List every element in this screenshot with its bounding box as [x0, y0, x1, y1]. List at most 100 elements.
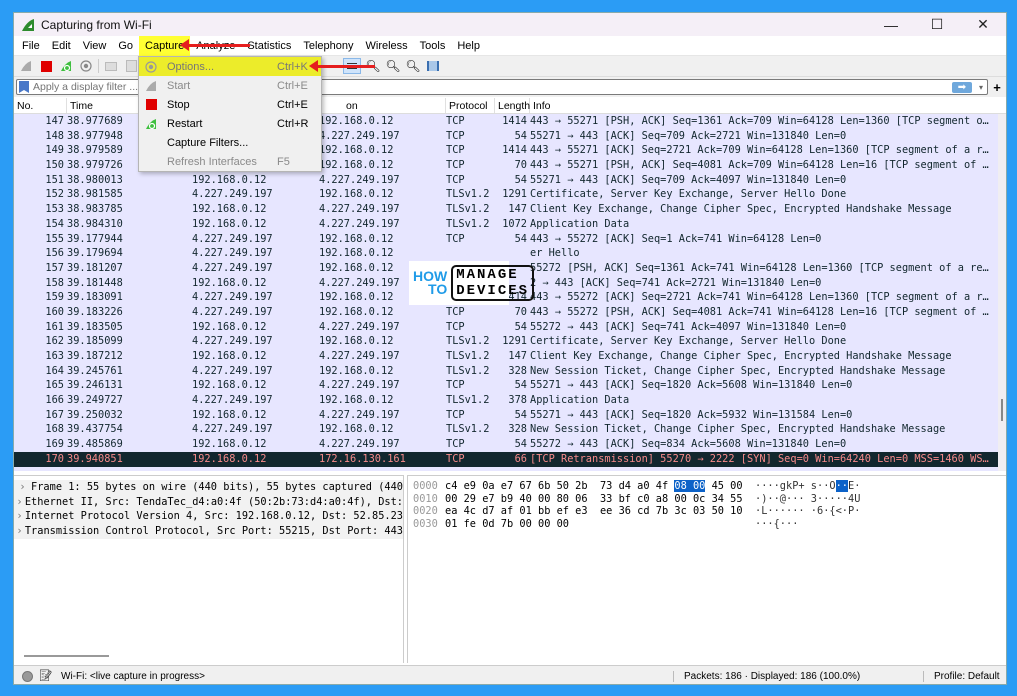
packet-row[interactable]: 156 39.179694 4.227.249.197 192.168.0.12 er…	[14, 246, 1006, 261]
packet-number: 157	[45, 261, 64, 274]
zoom-reset-icon[interactable]: 🔍︎	[405, 58, 421, 74]
packet-number: 154	[45, 217, 64, 230]
menu-wireless[interactable]: Wireless	[360, 36, 414, 56]
packet-row[interactable]: 169 39.485869 192.168.0.12 4.227.249.197 TCP…	[14, 437, 1006, 452]
detail-tree-item[interactable]: › Transmission Control Protocol, Src Port…	[14, 524, 403, 539]
howtomanagedevices-watermark: HOW TO MANAGE DEVICES	[409, 261, 535, 305]
packet-row[interactable]: 162 39.185099 4.227.249.197 192.168.0.12 TLS…	[14, 334, 1006, 349]
packet-protocol: TCP	[446, 408, 465, 421]
packet-protocol: TCP	[446, 305, 465, 318]
menu-telephony[interactable]: Telephony	[297, 36, 359, 56]
packet-time: 38.980013	[67, 173, 123, 186]
column-header-length[interactable]: Length	[495, 98, 530, 113]
hex-dump-line[interactable]: 0020 ea 4c d7 af 01 bb ef e3 ee 36 cd 7b …	[408, 505, 1006, 518]
menu-item-start[interactable]: Start Ctrl+E	[139, 76, 321, 95]
menu-view[interactable]: View	[77, 36, 113, 56]
menu-item-restart[interactable]: Restart Ctrl+R	[139, 114, 321, 133]
open-file-icon[interactable]	[103, 58, 119, 74]
menu-go[interactable]: Go	[112, 36, 139, 56]
hex-dump-line[interactable]: 0030 01 fe 0d 7b 00 00 00 ···{···	[408, 518, 1006, 531]
packet-list-scrollbar[interactable]	[998, 114, 1006, 471]
packet-destination: 192.168.0.12	[319, 364, 394, 377]
capture-options-icon[interactable]	[78, 58, 94, 74]
packet-row[interactable]: 167 39.250032 192.168.0.12 4.227.249.197 TCP…	[14, 408, 1006, 423]
packet-destination: 192.168.0.12	[319, 335, 394, 348]
packet-protocol: TLSv1.2	[446, 350, 490, 362]
packet-info: 443 → 55271 [PSH, ACK] Seq=1361 Ack=709 …	[530, 115, 1007, 127]
scrollbar-thumb[interactable]	[1001, 399, 1003, 421]
byte-offset: 0000	[413, 480, 438, 492]
hex-dump-line[interactable]: 0010 00 29 e7 b9 40 00 80 06 33 bf c0 a8 …	[408, 493, 1006, 506]
apply-filter-icon[interactable]: ➡	[952, 81, 972, 93]
menu-item-stop[interactable]: Stop Ctrl+E	[139, 95, 321, 114]
column-header-destination[interactable]: on	[319, 98, 446, 113]
menu-item-capture-filters[interactable]: Capture Filters...	[139, 133, 321, 152]
packet-destination: 4.227.249.197	[319, 320, 400, 333]
zoom-out-icon[interactable]: 🔍︎	[385, 58, 401, 74]
packet-info: [TCP Retransmission] 55270 → 2222 [SYN] …	[530, 452, 1007, 465]
add-filter-button[interactable]: +	[990, 80, 1004, 95]
packet-row[interactable]: 161 39.183505 192.168.0.12 4.227.249.197 TCP…	[14, 320, 1006, 335]
packet-row[interactable]: 153 38.983785 192.168.0.12 4.227.249.197 TLS…	[14, 202, 1006, 217]
expert-info-icon[interactable]	[22, 670, 33, 682]
packet-info: 443 → 55272 [ACK] Seq=2721 Ack=741 Win=6…	[530, 291, 1007, 304]
selected-bytes: 08 00	[674, 480, 706, 492]
menu-tools[interactable]: Tools	[414, 36, 452, 56]
minimize-button[interactable]: —	[868, 13, 914, 36]
maximize-button[interactable]: ☐	[914, 13, 960, 36]
packet-row[interactable]: 152 38.981585 4.227.249.197 192.168.0.12 TLS…	[14, 187, 1006, 202]
column-header-protocol[interactable]: Protocol	[446, 98, 495, 113]
menu-item-options[interactable]: Options... Ctrl+K	[139, 57, 321, 76]
packet-time: 39.245761	[67, 364, 123, 377]
packet-row[interactable]: 165 39.246131 192.168.0.12 4.227.249.197 TCP…	[14, 378, 1006, 393]
packet-destination: 4.227.249.197	[319, 438, 400, 451]
menu-help[interactable]: Help	[451, 36, 486, 56]
packet-number: 170	[45, 452, 64, 465]
packet-row[interactable]: 168 39.437754 4.227.249.197 192.168.0.12 TLS…	[14, 422, 1006, 437]
packet-number: 166	[45, 394, 64, 407]
menu-item-refresh-interfaces[interactable]: Refresh Interfaces F5	[139, 152, 321, 171]
column-header-info[interactable]: Info	[530, 98, 1006, 113]
packet-destination: 4.227.249.197	[319, 350, 400, 362]
menu-file[interactable]: File	[16, 36, 46, 56]
stop-capture-icon[interactable]	[38, 58, 54, 74]
expand-chevron-icon[interactable]: ›	[14, 509, 25, 524]
profile-selector[interactable]: Profile: Default	[923, 670, 1006, 682]
detail-tree-item[interactable]: › Ethernet II, Src: TendaTec_d4:a0:4f (50…	[14, 494, 403, 510]
packet-source: 4.227.249.197	[192, 247, 273, 260]
packet-row[interactable]: 154 38.984310 192.168.0.12 4.227.249.197 TLS…	[14, 217, 1006, 232]
packet-row[interactable]: 170 39.940851 192.168.0.12 172.16.130.161 TC…	[14, 451, 1007, 467]
packet-length: 147	[508, 203, 527, 216]
packet-protocol: TLSv1.2	[446, 364, 490, 377]
hex-dump-line[interactable]: 0000 c4 e9 0a e7 67 6b 50 2b 73 d4 a0 4f …	[408, 480, 1006, 493]
packet-source: 192.168.0.12	[192, 452, 267, 465]
save-file-icon[interactable]	[123, 58, 139, 74]
filter-history-dropdown-icon[interactable]: ▾	[975, 83, 987, 92]
capture-comment-icon[interactable]: 📝︎	[39, 670, 53, 682]
packet-row[interactable]: 164 39.245761 4.227.249.197 192.168.0.12 TLS…	[14, 364, 1006, 379]
expand-chevron-icon[interactable]: ›	[14, 480, 31, 495]
resize-columns-icon[interactable]	[425, 58, 441, 74]
packet-row[interactable]: 155 39.177944 4.227.249.197 192.168.0.12 TCP…	[14, 232, 1006, 247]
expand-chevron-icon[interactable]: ›	[14, 495, 25, 510]
packet-protocol: TLSv1.2	[446, 335, 490, 348]
packet-row[interactable]: 166 39.249727 4.227.249.197 192.168.0.12 TLS…	[14, 393, 1006, 408]
bookmark-icon[interactable]	[19, 81, 29, 93]
details-horizontal-scrollbar[interactable]	[24, 655, 109, 657]
packet-protocol: TLSv1.2	[446, 217, 490, 230]
hex-bytes: c4 e9 0a e7 67 6b 50 2b 73 d4 a0 4f 08 0…	[445, 480, 743, 492]
packet-length: 54	[514, 173, 527, 186]
detail-tree-item[interactable]: › Internet Protocol Version 4, Src: 192.1…	[14, 509, 403, 525]
close-button[interactable]: ✕	[960, 13, 1006, 36]
start-capture-icon[interactable]	[18, 58, 34, 74]
restart-capture-icon[interactable]	[58, 58, 74, 74]
packet-source: 4.227.249.197	[192, 305, 273, 318]
menu-edit[interactable]: Edit	[46, 36, 77, 56]
detail-tree-item[interactable]: › Frame 1: 55 bytes on wire (440 bits), 5…	[14, 480, 403, 495]
column-header-no[interactable]: No.	[14, 98, 67, 113]
packet-row[interactable]: 160 39.183226 4.227.249.197 192.168.0.12 TCP…	[14, 305, 1006, 320]
expand-chevron-icon[interactable]: ›	[14, 524, 25, 539]
packet-destination: 192.168.0.12	[319, 394, 394, 407]
packet-row[interactable]: 163 39.187212 192.168.0.12 4.227.249.197 TLS…	[14, 349, 1006, 364]
packet-row[interactable]: 151 38.980013 192.168.0.12 4.227.249.197 TCP…	[14, 173, 1006, 188]
